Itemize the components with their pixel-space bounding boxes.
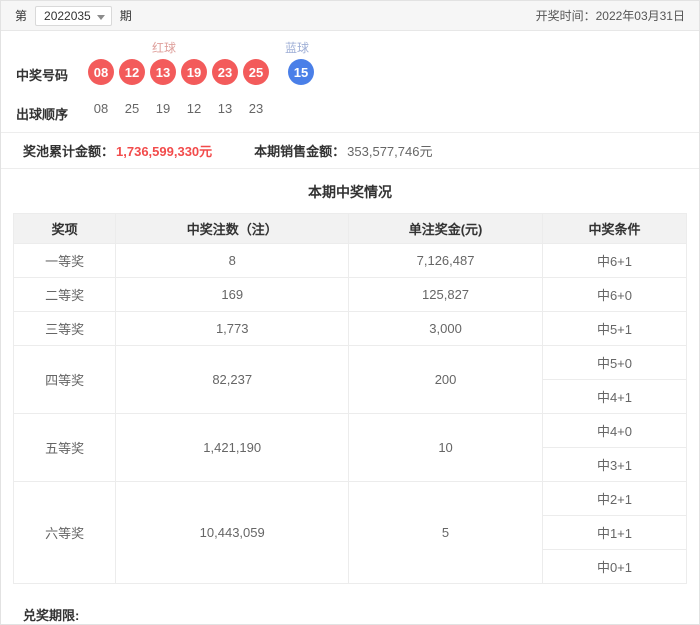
count-cell: 10,443,059 <box>115 481 350 584</box>
winning-numbers-section: 红球 蓝球 中奖号码 08 12 13 19 23 25 15 出球顺序 08 25 19 12 1… <box>1 31 699 132</box>
header-count: 中奖注数（注） <box>115 213 350 244</box>
condition-cell: 中4+0 <box>541 413 688 448</box>
draw-time-value: 2022年03月31日 <box>595 9 685 23</box>
note-title: 兑奖期限: <box>23 608 80 623</box>
top-bar: 第 2022035 期 开奖时间：2022年03月31日 <box>1 1 699 31</box>
prize-cell: 二等奖 <box>12 277 117 312</box>
condition-cell: 中2+1 <box>541 481 688 516</box>
draw-order-number: 12 <box>186 101 202 116</box>
sales-amount-value: 353,577,746元 <box>347 144 433 159</box>
prize-table-header-row: 奖项 中奖注数（注） 单注奖金(元) 中奖条件 <box>12 213 688 244</box>
prize-table-section: 本期中奖情况 奖项 中奖注数（注） 单注奖金(元) 中奖条件 一等奖 8 7,126… <box>1 169 699 596</box>
sales-amount-label: 本期销售金额： <box>254 144 346 159</box>
issue-select[interactable]: 2022035 <box>35 5 112 26</box>
count-cell: 1,773 <box>115 311 350 346</box>
red-ball: 12 <box>119 59 145 85</box>
prize-cell: 五等奖 <box>12 413 117 482</box>
amount-cell: 7,126,487 <box>348 243 543 278</box>
prize-table-row: 三等奖 1,773 3,000 中5+1 <box>12 311 688 346</box>
draw-time-label: 开奖时间： <box>535 9 596 23</box>
prize-table-row: 五等奖 1,421,190 10 中4+0 <box>12 413 688 482</box>
amount-cell: 125,827 <box>348 277 543 312</box>
red-ball: 23 <box>212 59 238 85</box>
pool-amount-value: 1,736,599,330元 <box>116 144 213 159</box>
condition-cell: 中1+1 <box>541 515 688 550</box>
count-cell: 82,237 <box>115 345 350 414</box>
condition-cell: 中4+1 <box>541 379 688 414</box>
header-amount: 单注奖金(元) <box>348 213 543 244</box>
count-cell: 1,421,190 <box>115 413 350 482</box>
amount-cell: 3,000 <box>348 311 543 346</box>
prize-table-row: 二等奖 169 125,827 中6+0 <box>12 277 688 312</box>
red-ball: 19 <box>181 59 207 85</box>
condition-cell: 中6+1 <box>541 243 688 278</box>
prize-cell: 一等奖 <box>12 243 117 278</box>
draw-time: 开奖时间：2022年03月31日 <box>536 7 685 24</box>
red-ball: 08 <box>88 59 114 85</box>
header-condition: 中奖条件 <box>541 213 688 244</box>
condition-cell: 中6+0 <box>541 277 688 312</box>
prize-table-row: 四等奖 82,237 200 中5+0 <box>12 345 688 414</box>
winning-balls-row: 08 12 13 19 23 25 15 <box>88 59 319 85</box>
prize-cell: 四等奖 <box>12 345 117 414</box>
count-cell: 169 <box>115 277 350 312</box>
header-prize: 奖项 <box>12 213 117 244</box>
chevron-down-icon <box>96 14 105 20</box>
draw-order-label: 出球顺序 <box>16 107 69 122</box>
draw-order-number: 13 <box>217 101 233 116</box>
issue-select-value: 2022035 <box>44 8 91 23</box>
red-ball: 25 <box>243 59 269 85</box>
issue-prefix-label: 第 <box>15 9 28 23</box>
condition-cell: 中5+1 <box>541 311 688 346</box>
winning-numbers-label: 中奖号码 <box>16 68 69 83</box>
issue-selector-group: 第 2022035 期 <box>15 5 132 26</box>
draw-order-number: 23 <box>248 101 264 116</box>
prize-table-row: 一等奖 8 7,126,487 中6+1 <box>12 243 688 278</box>
blue-ball: 15 <box>288 59 314 85</box>
blue-balls-group-label: 蓝球 <box>285 41 310 55</box>
red-balls-group-label: 红球 <box>152 41 177 55</box>
draw-order-number: 19 <box>155 101 171 116</box>
draw-order-row: 08 25 19 12 13 23 <box>88 101 274 116</box>
pool-amount-label: 奖池累计金额： <box>23 144 115 159</box>
redemption-note: 兑奖期限: 双色球兑奖当期有效。中奖者应当自开奖之日起60个自然日内，持中奖彩票… <box>1 596 699 624</box>
count-cell: 8 <box>115 243 350 278</box>
prize-table: 奖项 中奖注数（注） 单注奖金(元) 中奖条件 一等奖 8 7,126,487 中6+… <box>12 213 688 584</box>
prize-cell: 六等奖 <box>12 481 117 584</box>
red-ball: 13 <box>150 59 176 85</box>
condition-cell: 中0+1 <box>541 549 688 584</box>
draw-order-number: 25 <box>124 101 140 116</box>
prize-table-title: 本期中奖情况 <box>308 184 392 200</box>
amount-cell: 5 <box>348 481 543 584</box>
prize-table-row: 六等奖 10,443,059 5 中2+1 <box>12 481 688 584</box>
condition-cell: 中3+1 <box>541 447 688 482</box>
amount-cell: 200 <box>348 345 543 414</box>
amounts-bar: 奖池累计金额： 1,736,599,330元 本期销售金额： 353,577,7… <box>1 132 699 169</box>
issue-suffix-label: 期 <box>119 9 132 23</box>
prize-cell: 三等奖 <box>12 311 117 346</box>
amount-cell: 10 <box>348 413 543 482</box>
draw-order-number: 08 <box>93 101 109 116</box>
condition-cell: 中5+0 <box>541 345 688 380</box>
lottery-result-page: 第 2022035 期 开奖时间：2022年03月31日 红球 蓝球 中奖号码 … <box>0 0 700 625</box>
